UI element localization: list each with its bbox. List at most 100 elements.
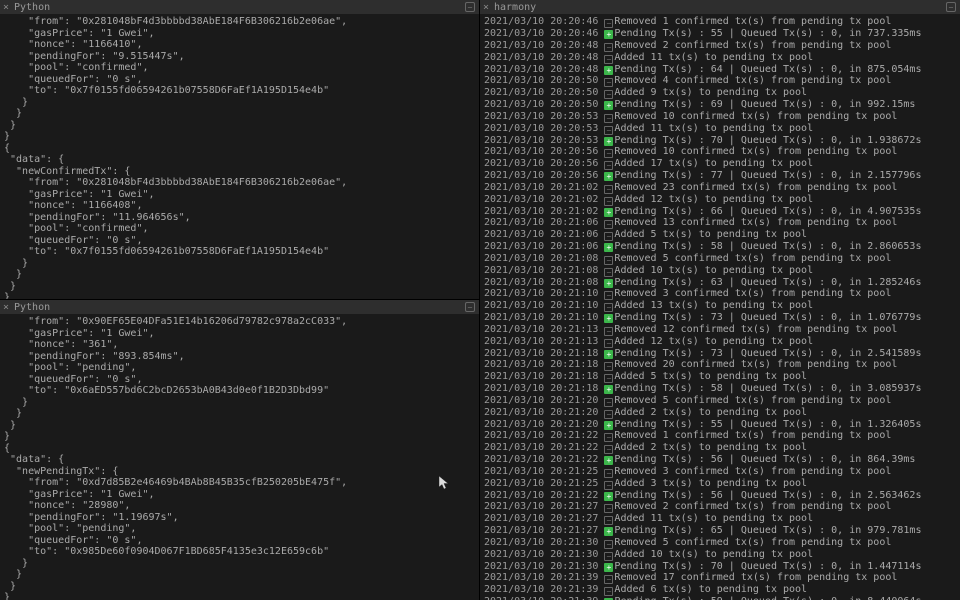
plus-icon: +: [604, 243, 613, 252]
log-line: 2021/03/10 20:20:48 –Added 11 tx(s) to p…: [484, 52, 956, 64]
log-line: 2021/03/10 20:21:20 –Added 2 tx(s) to pe…: [484, 407, 956, 419]
log-line: 2021/03/10 20:21:30 –Removed 5 confirmed…: [484, 537, 956, 549]
tab-title: Python: [12, 2, 50, 13]
minus-icon: –: [604, 291, 613, 300]
plus-icon: +: [604, 101, 613, 110]
minus-icon: –: [604, 303, 613, 312]
minus-icon: –: [604, 185, 613, 194]
tabbar-left-bottom[interactable]: × Python –: [0, 300, 479, 314]
plus-icon: +: [604, 172, 613, 181]
close-icon[interactable]: ×: [0, 302, 12, 313]
log-line: 2021/03/10 20:21:02 +Pending Tx(s) : 66 …: [484, 206, 956, 218]
close-icon[interactable]: ×: [0, 2, 12, 13]
log-line: 2021/03/10 20:20:50 +Pending Tx(s) : 69 …: [484, 99, 956, 111]
terminal-output-right[interactable]: 2021/03/10 20:20:46 –Removed 1 confirmed…: [480, 14, 960, 600]
plus-icon: +: [604, 350, 613, 359]
minus-icon: –: [604, 362, 613, 371]
minimize-icon[interactable]: –: [465, 2, 475, 12]
minus-icon: –: [604, 445, 613, 454]
log-line: 2021/03/10 20:21:06 –Removed 13 confirme…: [484, 217, 956, 229]
log-line: 2021/03/10 20:20:53 –Removed 10 confirme…: [484, 111, 956, 123]
log-line: 2021/03/10 20:21:02 –Removed 23 confirme…: [484, 182, 956, 194]
log-line: 2021/03/10 20:20:56 –Added 17 tx(s) to p…: [484, 158, 956, 170]
log-line: 2021/03/10 20:21:27 +Pending Tx(s) : 65 …: [484, 525, 956, 537]
minus-icon: –: [604, 398, 613, 407]
log-line: 2021/03/10 20:21:22 +Pending Tx(s) : 56 …: [484, 490, 956, 502]
plus-icon: +: [604, 563, 613, 572]
minus-icon: –: [604, 575, 613, 584]
plus-icon: +: [604, 421, 613, 430]
minimize-icon[interactable]: –: [465, 302, 475, 312]
log-line: 2021/03/10 20:21:39 –Added 6 tx(s) to pe…: [484, 584, 956, 596]
log-line: 2021/03/10 20:20:48 +Pending Tx(s) : 64 …: [484, 64, 956, 76]
log-line: 2021/03/10 20:21:18 –Added 5 tx(s) to pe…: [484, 371, 956, 383]
minus-icon: –: [604, 220, 613, 229]
minus-icon: –: [604, 78, 613, 87]
minus-icon: –: [604, 256, 613, 265]
log-line: 2021/03/10 20:21:20 +Pending Tx(s) : 55 …: [484, 419, 956, 431]
log-line: 2021/03/10 20:20:53 +Pending Tx(s) : 70 …: [484, 135, 956, 147]
minus-icon: –: [604, 268, 613, 277]
pane-right: × harmony – 2021/03/10 20:20:46 –Removed…: [480, 0, 960, 600]
log-line: 2021/03/10 20:20:46 +Pending Tx(s) : 55 …: [484, 28, 956, 40]
log-line: 2021/03/10 20:21:25 –Added 3 tx(s) to pe…: [484, 478, 956, 490]
plus-icon: +: [604, 527, 613, 536]
minus-icon: –: [604, 327, 613, 336]
plus-icon: +: [604, 137, 613, 146]
minus-icon: –: [604, 19, 613, 28]
tabbar-left-top[interactable]: × Python –: [0, 0, 479, 14]
log-line: 2021/03/10 20:21:13 –Added 12 tx(s) to p…: [484, 336, 956, 348]
log-line: 2021/03/10 20:21:25 –Removed 3 confirmed…: [484, 466, 956, 478]
minus-icon: –: [604, 43, 613, 52]
log-line: 2021/03/10 20:21:30 +Pending Tx(s) : 70 …: [484, 561, 956, 573]
log-line: 2021/03/10 20:21:13 –Removed 12 confirme…: [484, 324, 956, 336]
pane-left-bottom: × Python – "from": "0x90EF65E04DFa51E14b…: [0, 300, 479, 600]
tab-title: harmony: [492, 2, 536, 13]
log-line: 2021/03/10 20:21:27 –Added 11 tx(s) to p…: [484, 513, 956, 525]
tabbar-right[interactable]: × harmony –: [480, 0, 960, 14]
log-line: 2021/03/10 20:21:02 –Added 12 tx(s) to p…: [484, 194, 956, 206]
minus-icon: –: [604, 469, 613, 478]
log-line: 2021/03/10 20:21:22 –Added 2 tx(s) to pe…: [484, 442, 956, 454]
plus-icon: +: [604, 456, 613, 465]
log-line: 2021/03/10 20:20:50 –Removed 4 confirmed…: [484, 75, 956, 87]
plus-icon: +: [604, 385, 613, 394]
minus-icon: –: [604, 433, 613, 442]
log-line: 2021/03/10 20:21:18 –Removed 20 confirme…: [484, 359, 956, 371]
log-line: 2021/03/10 20:20:46 –Removed 1 confirmed…: [484, 16, 956, 28]
close-icon[interactable]: ×: [480, 2, 492, 13]
minus-icon: –: [604, 410, 613, 419]
minus-icon: –: [604, 552, 613, 561]
log-line: 2021/03/10 20:21:10 –Removed 3 confirmed…: [484, 288, 956, 300]
log-line: 2021/03/10 20:20:53 –Added 11 tx(s) to p…: [484, 123, 956, 135]
log-line: 2021/03/10 20:20:48 –Removed 2 confirmed…: [484, 40, 956, 52]
log-line: 2021/03/10 20:20:56 +Pending Tx(s) : 77 …: [484, 170, 956, 182]
minus-icon: –: [604, 161, 613, 170]
log-line: 2021/03/10 20:21:22 –Removed 1 confirmed…: [484, 430, 956, 442]
terminal-output-left-top[interactable]: "from": "0x281048bF4d3bbbbd38AbE184F6B30…: [0, 14, 479, 299]
plus-icon: +: [604, 30, 613, 39]
log-line: 2021/03/10 20:21:22 +Pending Tx(s) : 56 …: [484, 454, 956, 466]
minus-icon: –: [604, 516, 613, 525]
minus-icon: –: [604, 540, 613, 549]
log-line: 2021/03/10 20:21:30 –Added 10 tx(s) to p…: [484, 549, 956, 561]
minus-icon: –: [604, 232, 613, 241]
log-line: 2021/03/10 20:21:27 –Removed 2 confirmed…: [484, 501, 956, 513]
minus-icon: –: [604, 197, 613, 206]
plus-icon: +: [604, 279, 613, 288]
log-line: 2021/03/10 20:21:18 +Pending Tx(s) : 73 …: [484, 348, 956, 360]
log-line: 2021/03/10 20:21:08 –Removed 5 confirmed…: [484, 253, 956, 265]
plus-icon: +: [604, 66, 613, 75]
log-line: 2021/03/10 20:21:10 +Pending Tx(s) : 73 …: [484, 312, 956, 324]
minimize-icon[interactable]: –: [946, 2, 956, 12]
minus-icon: –: [604, 587, 613, 596]
pane-left-top: × Python – "from": "0x281048bF4d3bbbbd38…: [0, 0, 479, 300]
log-line: 2021/03/10 20:21:08 +Pending Tx(s) : 63 …: [484, 277, 956, 289]
plus-icon: +: [604, 492, 613, 501]
log-line: 2021/03/10 20:21:06 +Pending Tx(s) : 58 …: [484, 241, 956, 253]
terminal-output-left-bottom[interactable]: "from": "0x90EF65E04DFa51E14b16206d79782…: [0, 314, 479, 600]
minus-icon: –: [604, 90, 613, 99]
log-line: 2021/03/10 20:21:18 +Pending Tx(s) : 58 …: [484, 383, 956, 395]
log-line: 2021/03/10 20:21:39 +Pending Tx(s) : 59 …: [484, 596, 956, 600]
log-line: 2021/03/10 20:21:20 –Removed 5 confirmed…: [484, 395, 956, 407]
